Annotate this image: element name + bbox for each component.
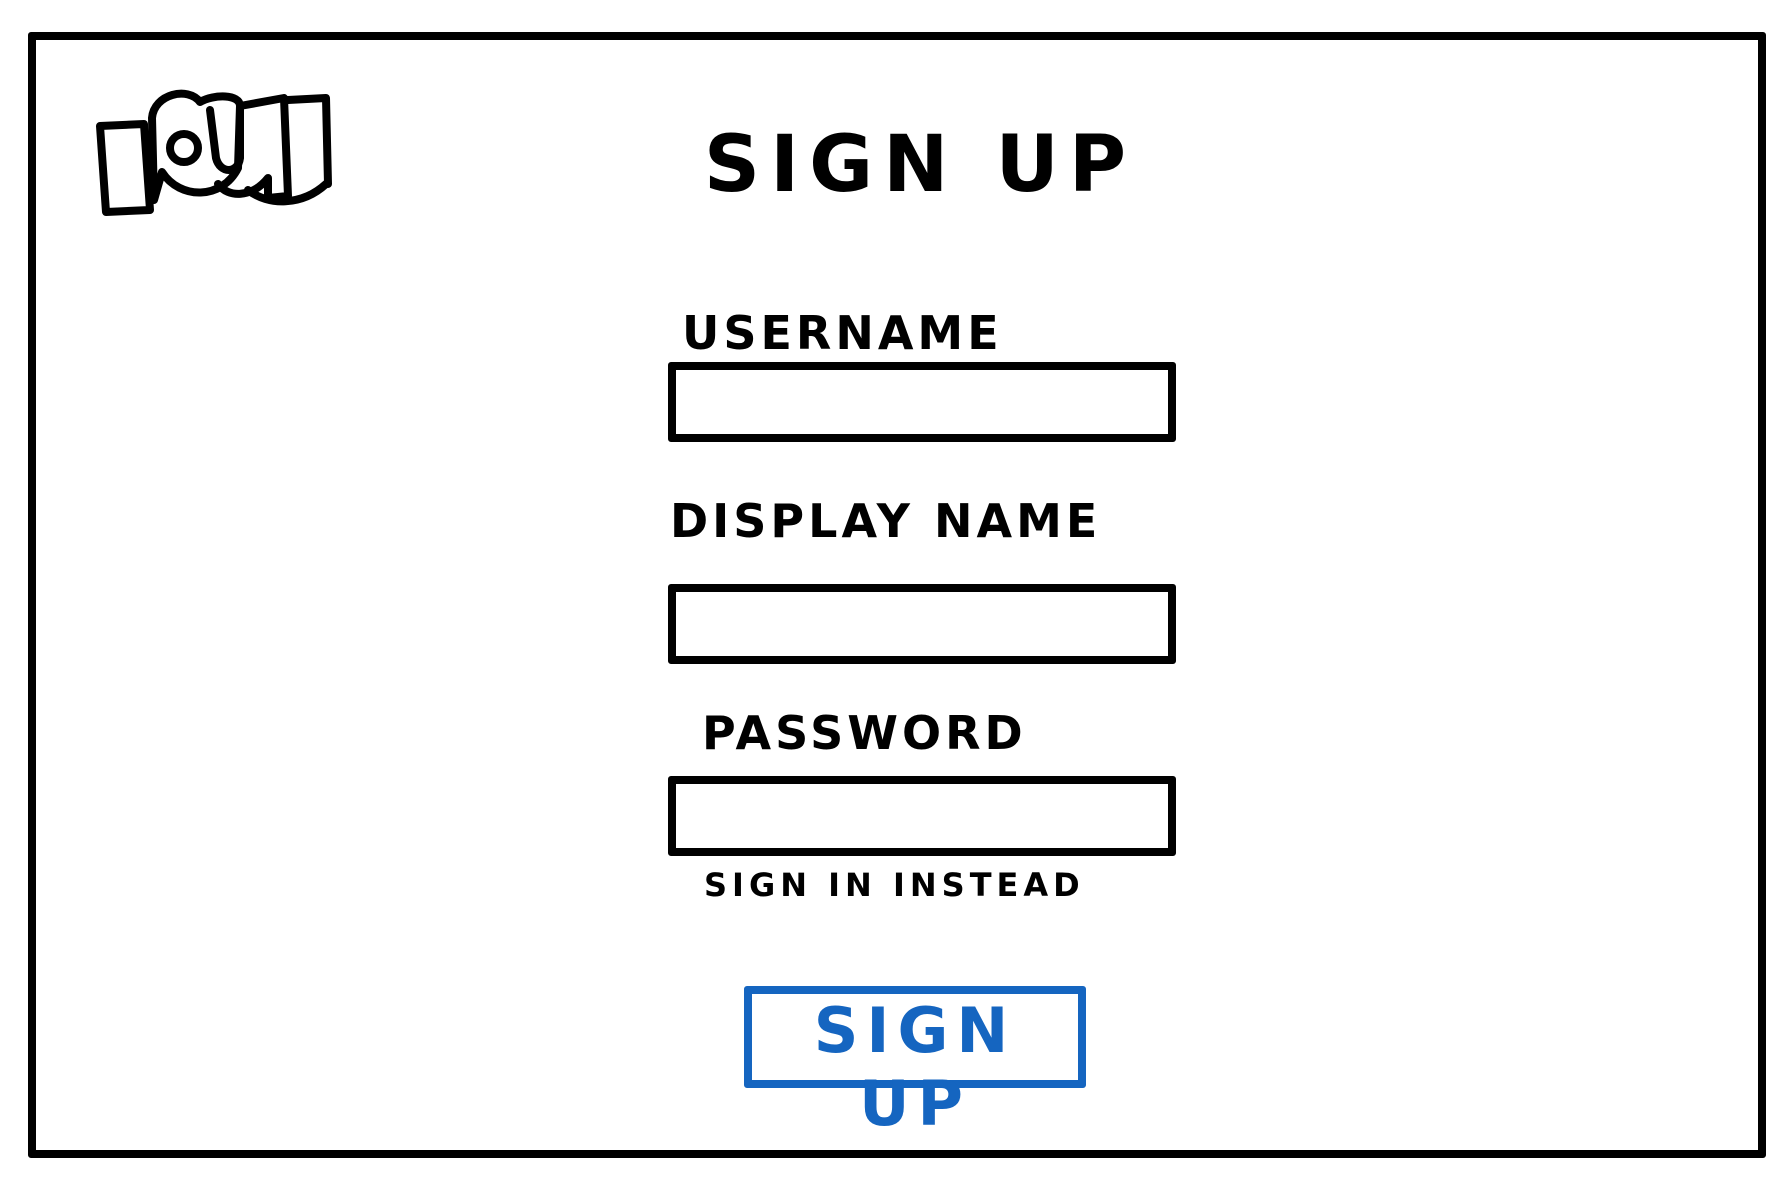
username-input[interactable] <box>668 362 1176 442</box>
username-label: USERNAME <box>682 306 1003 360</box>
password-input[interactable] <box>668 776 1176 856</box>
page-title: SIGN UP <box>703 120 1137 210</box>
display-name-label: DISPLAY NAME <box>670 494 1102 548</box>
sign-in-instead-link[interactable]: SIGN IN INSTEAD <box>704 866 1085 904</box>
iou-logo-icon <box>92 88 344 220</box>
password-label: PASSWORD <box>702 706 1027 760</box>
sign-up-button[interactable]: SIGN UP <box>744 986 1086 1140</box>
display-name-input[interactable] <box>668 584 1176 664</box>
